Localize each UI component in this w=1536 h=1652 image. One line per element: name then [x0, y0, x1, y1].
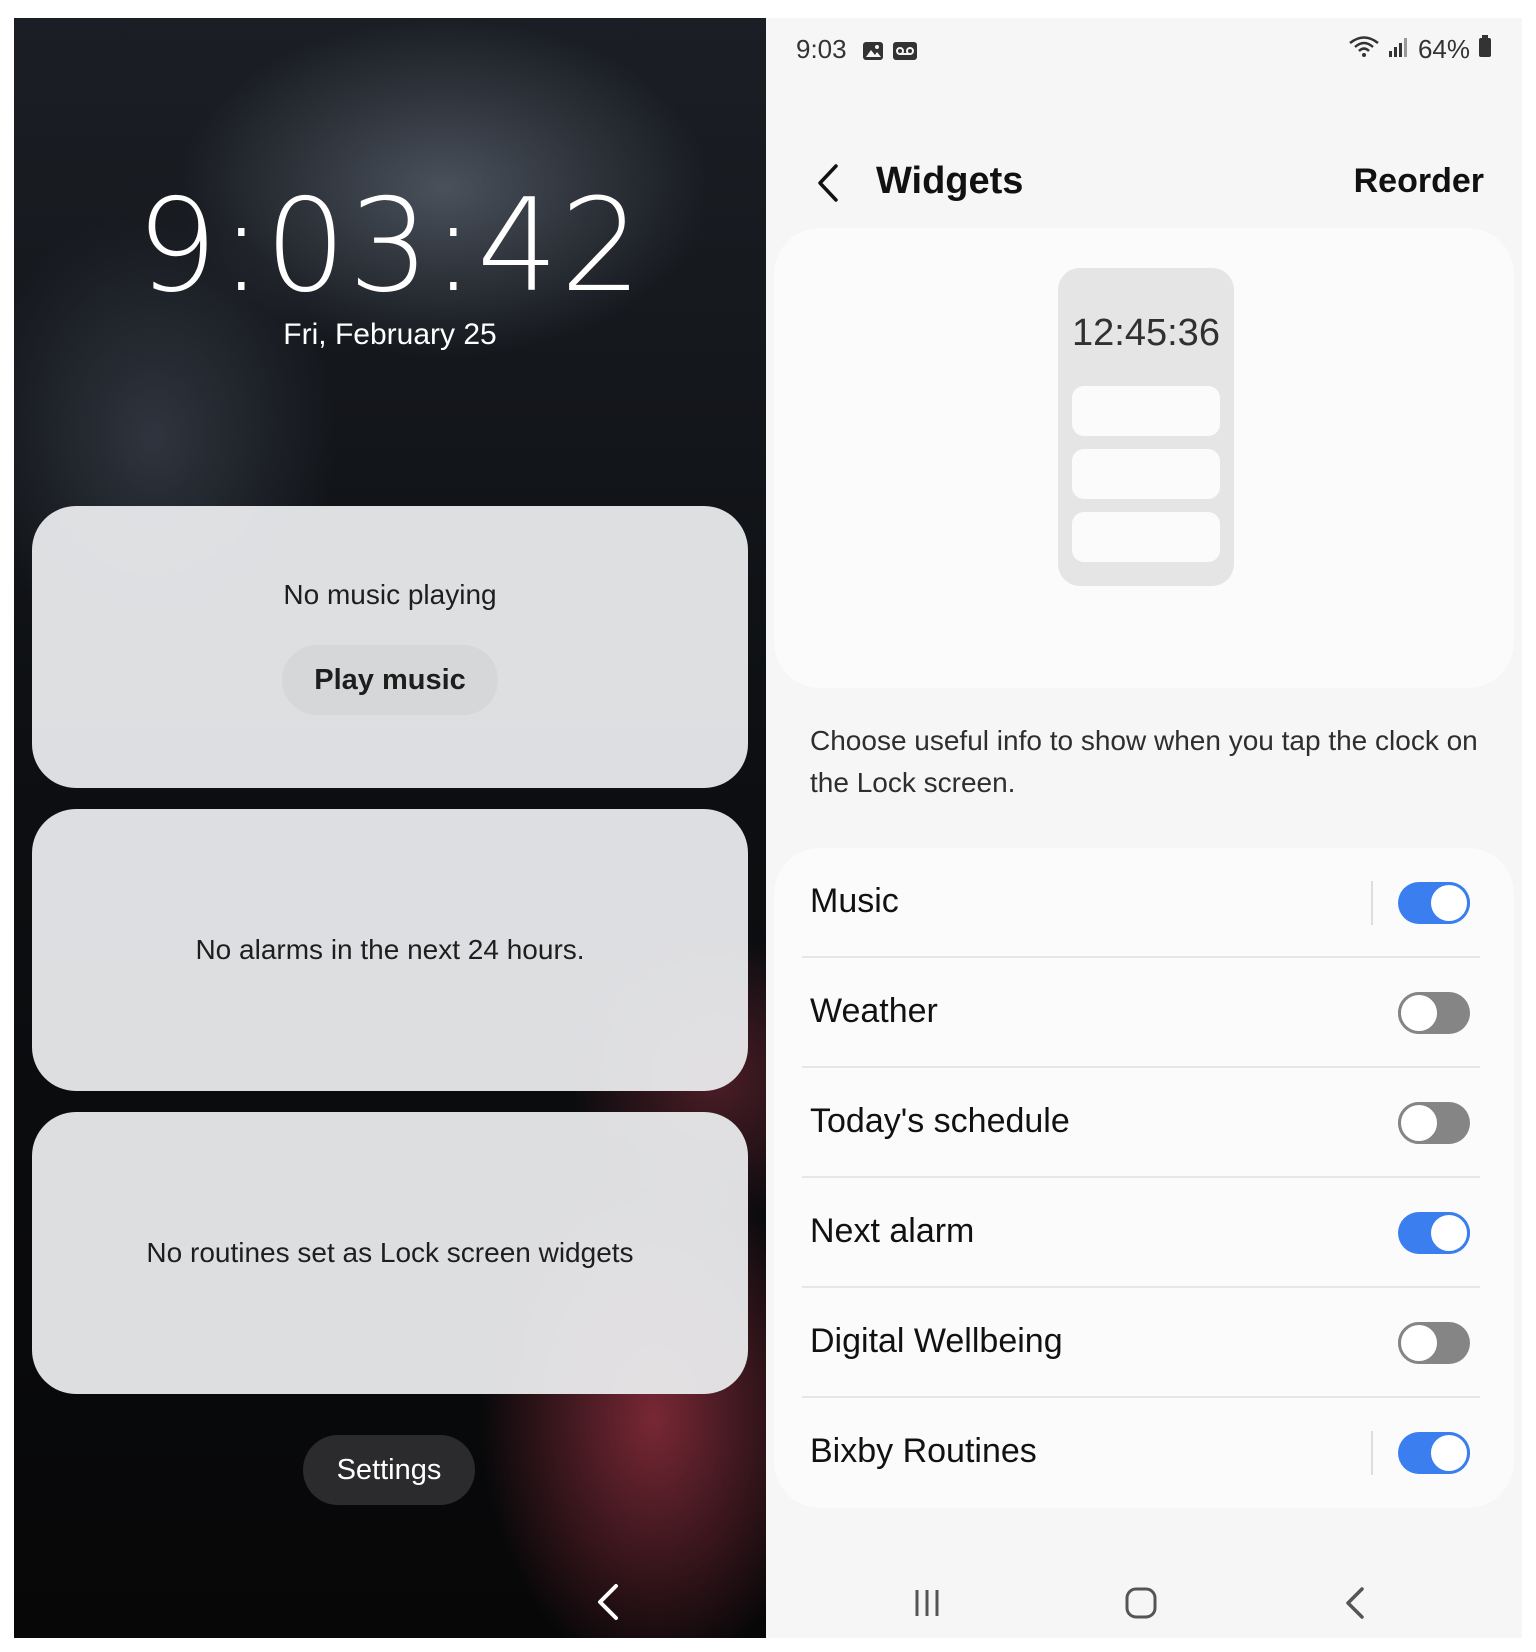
preview-widget-slot [1072, 386, 1220, 436]
routines-status: No routines set as Lock screen widgets [146, 1237, 634, 1268]
phone-preview: 12:45:36 [1058, 268, 1234, 586]
play-music-button[interactable]: Play music [282, 645, 498, 715]
toggle-knob [1428, 882, 1470, 924]
widgets-settings-panel: 9:03 64% Widgets Reorder 12:45:36 Choose… [766, 18, 1522, 1638]
toggle-knob [1398, 992, 1440, 1034]
navigation-bar [766, 1568, 1522, 1638]
widget-preview-card: 12:45:36 [774, 228, 1514, 688]
toggle-knob [1428, 1432, 1470, 1474]
reorder-button[interactable]: Reorder [1354, 162, 1484, 201]
toggle-knob [1428, 1212, 1470, 1254]
battery-icon [1478, 34, 1492, 65]
toggle-label: Next alarm [810, 1212, 975, 1250]
alarm-status: No alarms in the next 24 hours. [195, 934, 585, 965]
toggle-label: Music [810, 882, 899, 920]
toggle-label: Bixby Routines [810, 1432, 1037, 1470]
back-icon[interactable] [1330, 1578, 1380, 1628]
bixby-routines-toggle[interactable] [1398, 1432, 1470, 1474]
page-title: Widgets [876, 160, 1024, 202]
preview-widget-slot [1072, 512, 1220, 562]
lock-clock[interactable]: 9:03:42 [14, 183, 766, 311]
routines-widget: No routines set as Lock screen widgets [32, 1112, 748, 1394]
toggle-row-bixby-routines[interactable]: Bixby Routines [774, 1398, 1514, 1508]
toggle-row-next-alarm[interactable]: Next alarm [774, 1178, 1514, 1288]
toggle-row-weather[interactable]: Weather [774, 958, 1514, 1068]
lock-date: Fri, February 25 [283, 318, 497, 351]
divider [1371, 881, 1373, 925]
digital-wellbeing-toggle[interactable] [1398, 1322, 1470, 1364]
music-widget: No music playing Play music [32, 506, 748, 788]
divider [1371, 1431, 1373, 1475]
widget-toggle-list: Music Weather Today's schedule Next alar… [774, 848, 1514, 1508]
music-toggle[interactable] [1398, 882, 1470, 924]
back-icon[interactable] [588, 1578, 628, 1626]
schedule-toggle[interactable] [1398, 1102, 1470, 1144]
toggle-knob [1398, 1322, 1440, 1364]
preview-clock: 12:45:36 [1072, 312, 1220, 354]
back-icon[interactable] [810, 160, 850, 206]
gallery-icon [862, 38, 884, 69]
lock-settings-button[interactable]: Settings [303, 1435, 475, 1505]
status-bar: 9:03 64% [766, 18, 1522, 82]
status-time: 9:03 [796, 34, 847, 64]
toggle-row-music[interactable]: Music [774, 848, 1514, 958]
alarm-widget: No alarms in the next 24 hours. [32, 809, 748, 1091]
toggle-row-schedule[interactable]: Today's schedule [774, 1068, 1514, 1178]
recents-icon[interactable] [902, 1578, 952, 1628]
toggle-label: Today's schedule [810, 1102, 1070, 1140]
home-icon[interactable] [1116, 1578, 1166, 1628]
toggle-knob [1398, 1102, 1440, 1144]
voicemail-icon [892, 38, 918, 69]
lock-screen-panel: 9:03:42 Fri, February 25 No music playin… [14, 18, 766, 1638]
toggle-label: Weather [810, 992, 938, 1030]
weather-toggle[interactable] [1398, 992, 1470, 1034]
music-status: No music playing [283, 579, 497, 610]
header-bar: Widgets Reorder [766, 138, 1522, 228]
battery-percent: 64% [1417, 34, 1470, 64]
wifi-icon [1348, 34, 1380, 65]
widgets-description: Choose useful info to show when you tap … [810, 725, 1478, 798]
toggle-row-digital-wellbeing[interactable]: Digital Wellbeing [774, 1288, 1514, 1398]
preview-widget-slot [1072, 449, 1220, 499]
next-alarm-toggle[interactable] [1398, 1212, 1470, 1254]
signal-icon [1388, 34, 1410, 65]
toggle-label: Digital Wellbeing [810, 1322, 1063, 1360]
